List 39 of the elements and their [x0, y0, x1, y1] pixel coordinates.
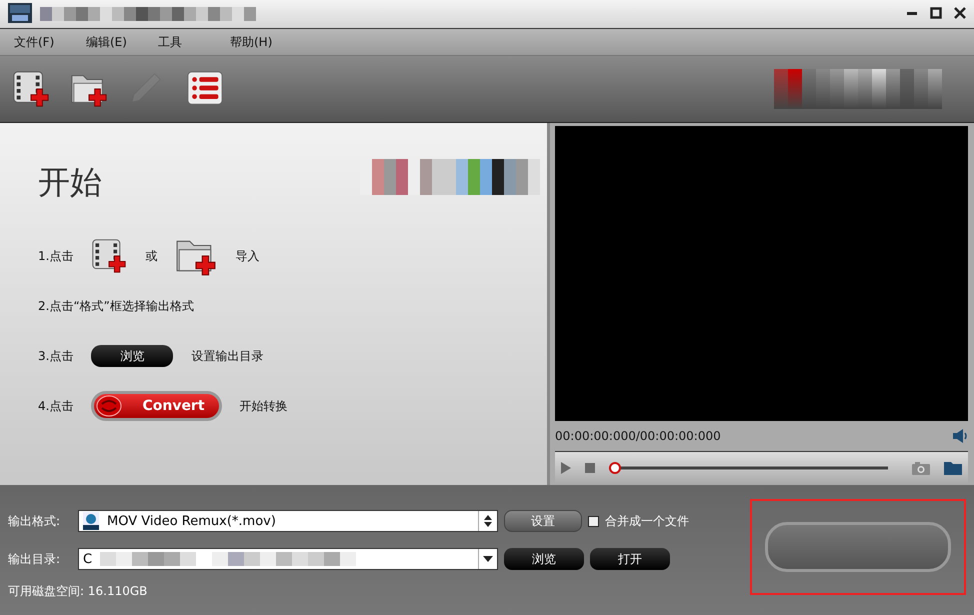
- camera-icon[interactable]: [912, 462, 930, 474]
- speaker-icon[interactable]: [952, 429, 968, 443]
- menu-item[interactable]: 编辑(E): [78, 34, 150, 50]
- film-add-icon[interactable]: [12, 70, 50, 108]
- convert-button[interactable]: [765, 522, 951, 572]
- film-add-icon[interactable]: [91, 238, 128, 274]
- browse-button[interactable]: 浏览: [91, 345, 174, 367]
- time-display: 00:00:00:000/00:00:00:000: [555, 429, 721, 443]
- slider-thumb[interactable]: [609, 462, 621, 474]
- close-icon[interactable]: [954, 6, 966, 22]
- app-icon: [8, 2, 32, 26]
- step-text: 或: [145, 248, 158, 264]
- folder-icon[interactable]: [944, 462, 962, 474]
- menu-item[interactable]: 工具: [150, 34, 222, 50]
- directory-dropdown[interactable]: C: [78, 548, 498, 570]
- maximize-icon[interactable]: [930, 6, 942, 22]
- start-heading: 开始: [38, 162, 102, 203]
- field-label: 输出格式:: [8, 512, 62, 530]
- menu-item[interactable]: 文件(F): [6, 34, 78, 50]
- format-dropdown[interactable]: MOV Video Remux(*.mov): [78, 510, 498, 532]
- step-text: 1.点击: [38, 248, 74, 264]
- convert-button[interactable]: Convert: [91, 391, 222, 421]
- field-label: 输出目录:: [8, 550, 62, 568]
- step-text: 设置输出目录: [191, 348, 264, 364]
- play-icon[interactable]: [561, 462, 571, 474]
- checkbox[interactable]: [588, 516, 599, 526]
- disk-space-text: 可用磁盘空间: 16.110GB: [8, 583, 148, 600]
- step-text: 2.点击“格式”框选择输出格式: [38, 298, 194, 314]
- refresh-icon: [96, 395, 122, 417]
- settings-button[interactable]: 设置: [504, 510, 582, 532]
- open-button[interactable]: 打开: [590, 548, 670, 570]
- step-text: 导入: [235, 248, 260, 264]
- menu-item[interactable]: 帮助(H): [222, 34, 294, 50]
- checkbox-label: 合并成一个文件: [605, 512, 689, 530]
- browse-button[interactable]: 浏览: [504, 548, 584, 570]
- step-text: 开始转换: [240, 398, 288, 414]
- mov-file-icon: [83, 512, 99, 530]
- step-text: 4.点击: [38, 398, 74, 414]
- step-text: 3.点击: [38, 348, 74, 364]
